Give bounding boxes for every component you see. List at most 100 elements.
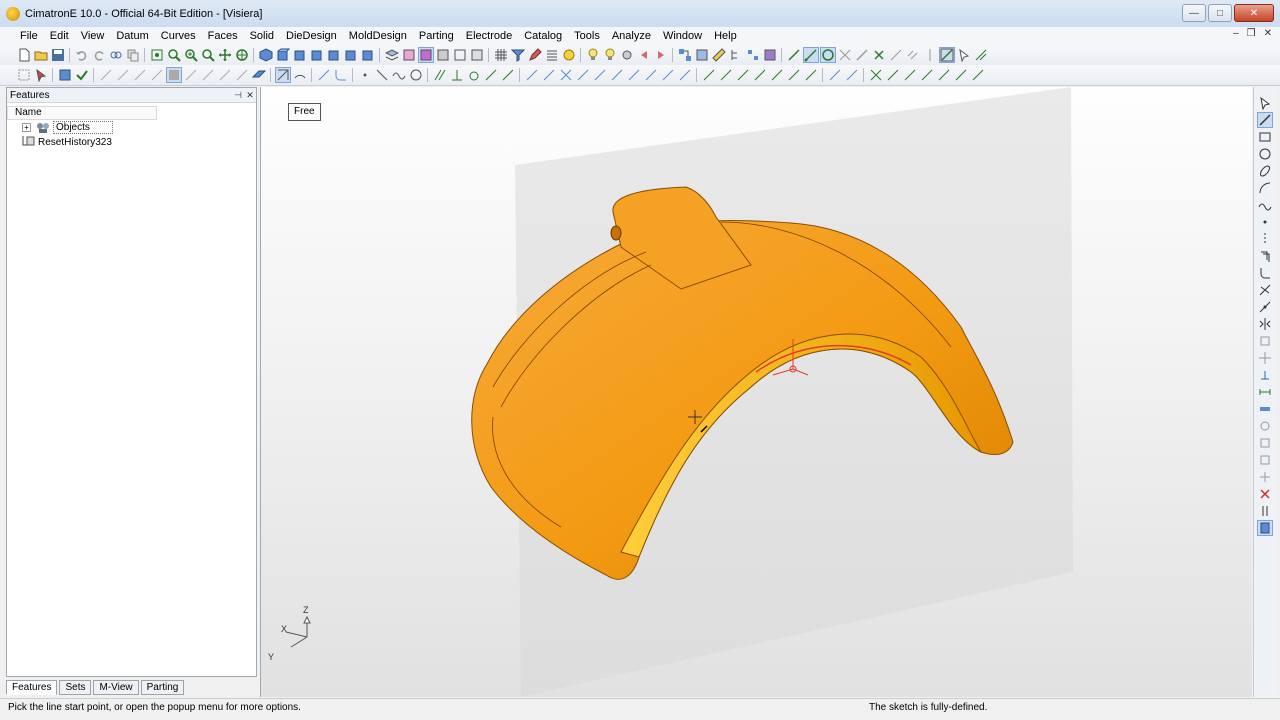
zoom-window-icon[interactable] <box>166 47 182 63</box>
sketch-circle2-icon[interactable] <box>408 67 424 83</box>
redo-icon[interactable] <box>91 47 107 63</box>
assembly-icon[interactable] <box>677 47 693 63</box>
pick-body-icon[interactable] <box>149 67 165 83</box>
sketch-circle-icon[interactable] <box>820 46 836 63</box>
ellipse-tool-icon[interactable] <box>1257 163 1273 179</box>
tweezers-tool-icon[interactable] <box>1257 503 1273 519</box>
sketch-trim-icon[interactable] <box>316 67 332 83</box>
menu-curves[interactable]: Curves <box>155 30 202 42</box>
view-mode-label[interactable]: Free <box>288 103 321 121</box>
sketch-line2-icon[interactable] <box>374 67 390 83</box>
datum-axis-icon[interactable] <box>902 67 918 83</box>
menu-catalog[interactable]: Catalog <box>518 30 568 42</box>
copy-icon[interactable] <box>125 47 141 63</box>
zoom-all-icon[interactable] <box>149 47 165 63</box>
arrow-right-icon[interactable] <box>653 47 669 63</box>
face-sweep-icon[interactable] <box>752 67 768 83</box>
pick-region-icon[interactable] <box>200 67 216 83</box>
menu-solid[interactable]: Solid <box>244 30 280 42</box>
sketch-mode-icon[interactable] <box>803 46 819 63</box>
curve-extend-icon[interactable] <box>609 67 625 83</box>
datum-ucs-icon[interactable] <box>936 67 952 83</box>
select-pointer-icon[interactable] <box>1257 95 1273 111</box>
coincident-tool-icon[interactable] <box>1257 469 1273 485</box>
face-blend-icon[interactable] <box>786 67 802 83</box>
view-front-icon[interactable] <box>275 47 291 63</box>
tab-m-view[interactable]: M-View <box>93 680 139 695</box>
sketch-trim-icon[interactable] <box>837 47 853 63</box>
divide-tool-icon[interactable] <box>1257 299 1273 315</box>
rectangle-tool-icon[interactable] <box>1257 129 1273 145</box>
grid-icon[interactable] <box>493 47 509 63</box>
select-mode-icon[interactable] <box>74 67 90 83</box>
curve-offset-icon[interactable] <box>541 67 557 83</box>
centerline-tool-icon[interactable] <box>1257 231 1273 247</box>
parallel-tool-icon[interactable] <box>1257 452 1273 468</box>
dimension-tool-icon[interactable] <box>1257 384 1273 400</box>
panel-close-icon[interactable]: ✕ <box>244 90 256 101</box>
sketch-constraint-icon[interactable] <box>854 47 870 63</box>
trim-tool-icon[interactable] <box>1257 282 1273 298</box>
sketch-point-icon[interactable] <box>357 67 373 83</box>
datum-csys-icon[interactable] <box>953 67 969 83</box>
delete-constraint-icon[interactable] <box>1257 486 1273 502</box>
tab-parting[interactable]: Parting <box>140 680 185 695</box>
constraint-perp-icon[interactable] <box>449 67 465 83</box>
filter-select-icon[interactable] <box>57 67 73 83</box>
menu-file[interactable]: File <box>14 30 44 42</box>
menu-help[interactable]: Help <box>708 30 743 42</box>
menu-datum[interactable]: Datum <box>110 30 154 42</box>
menu-electrode[interactable]: Electrode <box>460 30 518 42</box>
pick-point-icon[interactable] <box>217 67 233 83</box>
menu-parting[interactable]: Parting <box>413 30 460 42</box>
doc-restore-button[interactable]: ❐ <box>1247 28 1256 39</box>
line-tool-icon[interactable] <box>1256 112 1273 128</box>
expand-toggle[interactable]: + <box>22 123 31 132</box>
menu-window[interactable]: Window <box>657 30 708 42</box>
sketch-exit-icon[interactable] <box>939 46 955 63</box>
pick-edge-icon[interactable] <box>132 67 148 83</box>
doc-minimize-button[interactable]: – <box>1233 28 1239 39</box>
graphics-viewport[interactable]: Z X Y Free <box>260 87 1252 697</box>
arc-tool-icon[interactable] <box>1257 180 1273 196</box>
name-column-header[interactable]: Name <box>7 106 157 120</box>
view-right-icon[interactable] <box>360 47 376 63</box>
sketch-options-icon[interactable] <box>973 47 989 63</box>
maximize-button[interactable]: □ <box>1208 4 1232 22</box>
pick-chain-icon[interactable] <box>98 67 114 83</box>
book-icon[interactable] <box>762 47 778 63</box>
pick-plane-icon[interactable] <box>251 67 267 83</box>
solid-extrude-icon[interactable] <box>844 67 860 83</box>
mirror-icon[interactable] <box>922 47 938 63</box>
menu-edit[interactable]: Edit <box>44 30 75 42</box>
constraint-fix-icon[interactable] <box>483 67 499 83</box>
point-tool-icon[interactable] <box>1257 214 1273 230</box>
project-tool-icon[interactable] <box>1257 333 1273 349</box>
pin-icon[interactable]: ⊣ <box>232 90 244 101</box>
constraint-tangent-icon[interactable] <box>466 67 482 83</box>
sketch-fillet-icon[interactable] <box>333 67 349 83</box>
zoom-in-icon[interactable] <box>183 47 199 63</box>
select-all-icon[interactable] <box>16 67 32 83</box>
color-icon[interactable] <box>561 47 577 63</box>
constraint-tool-icon[interactable] <box>1257 367 1273 383</box>
display-mode-icon[interactable] <box>469 47 485 63</box>
tangent-tool-icon[interactable] <box>1257 435 1273 451</box>
set-icon[interactable] <box>401 47 417 63</box>
datum-plane-icon[interactable] <box>885 67 901 83</box>
pick-curve-icon[interactable] <box>234 67 250 83</box>
pan-icon[interactable] <box>217 47 233 63</box>
pointer-icon[interactable] <box>956 47 972 63</box>
intersect-tool-icon[interactable] <box>1257 350 1273 366</box>
sketch-active-icon[interactable] <box>275 67 291 83</box>
minimize-button[interactable]: — <box>1182 4 1206 22</box>
sketch-line-icon[interactable] <box>786 47 802 63</box>
view-top-icon[interactable] <box>309 47 325 63</box>
list-icon[interactable] <box>544 47 560 63</box>
curve-delete-icon[interactable] <box>677 67 693 83</box>
spline-tool-icon[interactable] <box>1257 197 1273 213</box>
sketch-spline-icon[interactable] <box>391 67 407 83</box>
lighting-icon[interactable] <box>602 47 618 63</box>
menu-view[interactable]: View <box>75 30 111 42</box>
explode-icon[interactable] <box>745 47 761 63</box>
